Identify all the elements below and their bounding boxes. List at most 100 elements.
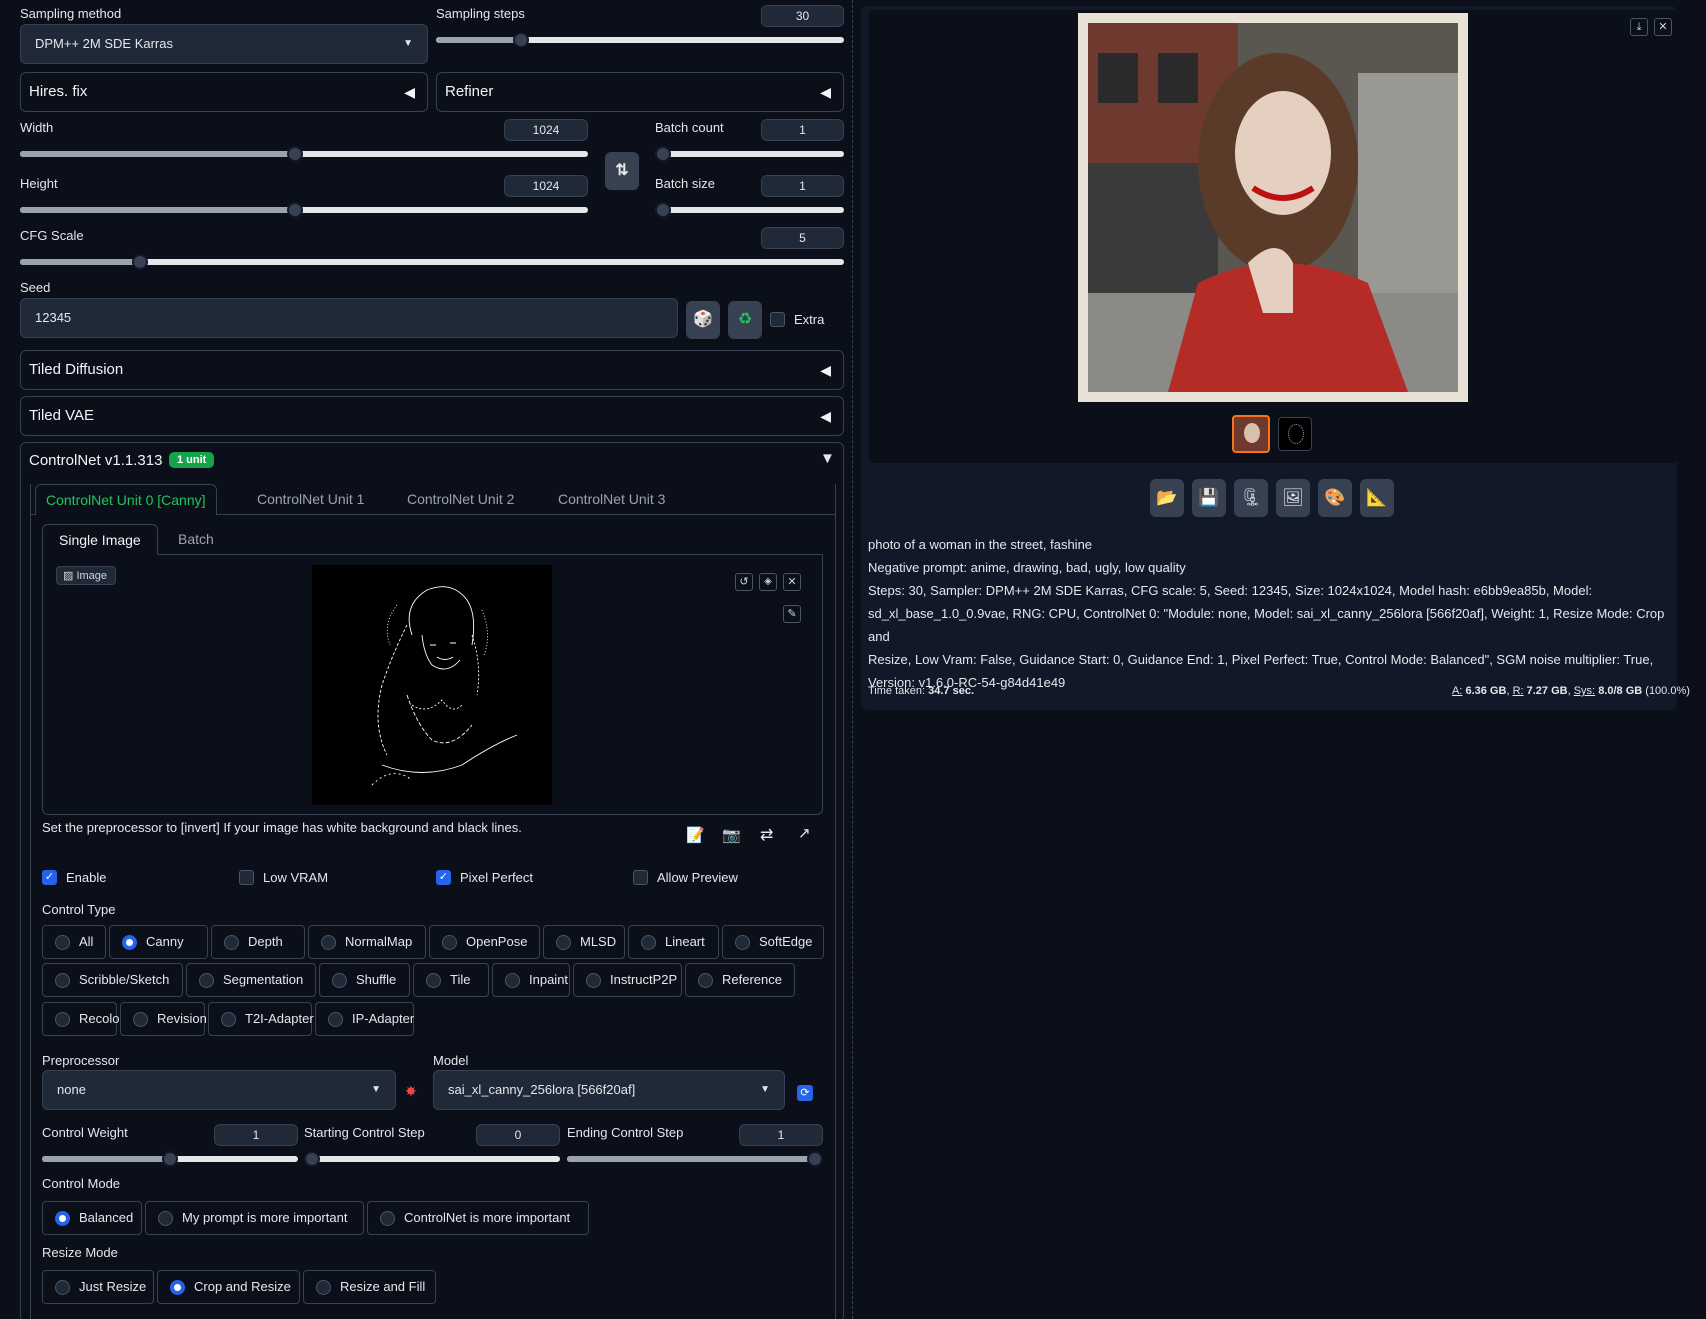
generated-image[interactable] — [1078, 13, 1468, 402]
slider-thumb[interactable] — [162, 1151, 178, 1167]
radio-dot[interactable] — [55, 1012, 70, 1027]
radio-control-type-openpose[interactable]: OpenPose — [429, 925, 540, 959]
radio-dot[interactable] — [316, 1280, 331, 1295]
batch-size-slider[interactable] — [655, 202, 844, 218]
radio-control-mode-controlnet-is-more-important[interactable]: ControlNet is more important — [367, 1201, 589, 1235]
thumbnail-canny[interactable] — [1278, 417, 1312, 451]
control-weight-slider[interactable] — [42, 1151, 298, 1167]
radio-control-type-inpaint[interactable]: Inpaint — [492, 963, 570, 997]
radio-control-type-lineart[interactable]: Lineart — [628, 925, 719, 959]
radio-dot[interactable] — [55, 935, 70, 950]
radio-resize-mode-just-resize[interactable]: Just Resize — [42, 1270, 154, 1304]
radio-dot[interactable] — [221, 1012, 236, 1027]
radio-control-type-revision[interactable]: Revision — [120, 1002, 207, 1036]
radio-control-type-ip-adapter[interactable]: IP-Adapter — [315, 1002, 414, 1036]
radio-control-type-normalmap[interactable]: NormalMap — [308, 925, 426, 959]
radio-control-type-segmentation[interactable]: Segmentation — [186, 963, 316, 997]
brush-icon[interactable]: ✎ — [783, 605, 801, 623]
tab-single-image[interactable]: Single Image — [42, 524, 158, 555]
sampling-steps-input[interactable]: 30 — [761, 5, 844, 27]
random-seed-button[interactable]: 🎲 — [686, 301, 720, 339]
radio-control-type-t2i-adapter[interactable]: T2I-Adapter — [208, 1002, 314, 1036]
batch-count-slider[interactable] — [655, 146, 844, 162]
radio-resize-mode-resize-and-fill[interactable]: Resize and Fill — [303, 1270, 436, 1304]
send-to-img2img-icon[interactable]: 🖼 — [1276, 479, 1310, 517]
swap-arrows-icon[interactable]: ⇄ — [760, 825, 773, 845]
controlnet-title[interactable]: ControlNet v1.1.313 — [29, 452, 162, 469]
download-icon[interactable]: ⤓ — [1630, 18, 1648, 36]
camera-icon[interactable]: 📷 — [722, 826, 741, 844]
slider-thumb[interactable] — [287, 146, 303, 162]
save-icon[interactable]: 💾 — [1192, 479, 1226, 517]
radio-control-mode-my-prompt-is-more-important[interactable]: My prompt is more important — [145, 1201, 364, 1235]
width-slider[interactable] — [20, 146, 588, 162]
radio-dot[interactable] — [199, 973, 214, 988]
folder-icon[interactable]: 📂 — [1150, 479, 1184, 517]
pixel-perfect-checkbox[interactable]: ✓ — [436, 870, 451, 885]
extra-checkbox[interactable] — [770, 312, 785, 327]
radio-dot[interactable] — [321, 935, 336, 950]
height-slider[interactable] — [20, 202, 588, 218]
undo-icon[interactable]: ↺ — [735, 573, 753, 591]
radio-control-type-softedge[interactable]: SoftEdge — [722, 925, 824, 959]
radio-dot[interactable] — [328, 1012, 343, 1027]
width-input[interactable]: 1024 — [504, 119, 588, 141]
enable-checkbox[interactable]: ✓ — [42, 870, 57, 885]
thumbnail-generated[interactable] — [1232, 415, 1270, 453]
radio-dot[interactable] — [698, 973, 713, 988]
expand-triangle-icon[interactable]: ▼ — [820, 450, 835, 467]
radio-dot[interactable] — [426, 973, 441, 988]
starting-step-slider[interactable] — [304, 1151, 560, 1167]
radio-control-type-all[interactable]: All — [42, 925, 106, 959]
slider-thumb[interactable] — [132, 254, 148, 270]
radio-control-type-instructp2p[interactable]: InstructP2P — [573, 963, 682, 997]
sampling-method-dropdown[interactable]: DPM++ 2M SDE Karras ▼ — [20, 24, 428, 64]
close-icon[interactable]: ✕ — [783, 573, 801, 591]
tab-controlnet-unit-3[interactable]: ControlNet Unit 3 — [548, 484, 675, 514]
height-input[interactable]: 1024 — [504, 175, 588, 197]
preprocessor-dropdown[interactable]: none ▼ — [42, 1070, 396, 1110]
radio-control-type-recolor[interactable]: Recolor — [42, 1002, 124, 1036]
tab-controlnet-unit-2[interactable]: ControlNet Unit 2 — [397, 484, 524, 514]
control-weight-input[interactable]: 1 — [214, 1124, 298, 1146]
zip-icon[interactable]: 🗜 — [1234, 479, 1268, 517]
send-to-extras-icon[interactable]: 📐 — [1360, 479, 1394, 517]
radio-dot[interactable] — [332, 973, 347, 988]
eraser-icon[interactable]: ◈ — [759, 573, 777, 591]
ending-step-slider[interactable] — [567, 1151, 823, 1167]
tab-controlnet-unit-0[interactable]: ControlNet Unit 0 [Canny] — [35, 484, 217, 515]
radio-dot[interactable] — [55, 1280, 70, 1295]
document-icon[interactable]: 📝 — [686, 826, 705, 844]
slider-thumb[interactable] — [655, 146, 671, 162]
batch-size-input[interactable]: 1 — [761, 175, 844, 197]
radio-control-type-tile[interactable]: Tile — [413, 963, 489, 997]
swap-dimensions-button[interactable]: ⇅ — [605, 152, 639, 190]
radio-dot[interactable] — [380, 1211, 395, 1226]
radio-dot[interactable] — [505, 973, 520, 988]
radio-dot[interactable] — [122, 935, 137, 950]
radio-control-type-reference[interactable]: Reference — [685, 963, 795, 997]
run-preprocessor-icon[interactable]: ✸ — [405, 1083, 417, 1100]
send-arrow-icon[interactable]: ↗ — [798, 824, 811, 842]
slider-thumb[interactable] — [655, 202, 671, 218]
cfg-scale-slider[interactable] — [20, 254, 844, 270]
seed-input[interactable]: 12345 — [20, 298, 678, 338]
radio-dot[interactable] — [55, 1211, 70, 1226]
allow-preview-checkbox[interactable] — [633, 870, 648, 885]
starting-step-input[interactable]: 0 — [476, 1124, 560, 1146]
sampling-steps-slider[interactable] — [436, 32, 844, 48]
slider-thumb[interactable] — [807, 1151, 823, 1167]
cfg-scale-input[interactable]: 5 — [761, 227, 844, 249]
tiled-vae-accordion[interactable]: Tiled VAE ◀ — [20, 396, 844, 436]
radio-control-type-canny[interactable]: Canny — [109, 925, 208, 959]
radio-resize-mode-crop-and-resize[interactable]: Crop and Resize — [157, 1270, 300, 1304]
radio-dot[interactable] — [224, 935, 239, 950]
radio-dot[interactable] — [586, 973, 601, 988]
radio-control-type-shuffle[interactable]: Shuffle — [319, 963, 410, 997]
radio-dot[interactable] — [170, 1280, 185, 1295]
slider-thumb[interactable] — [304, 1151, 320, 1167]
model-dropdown[interactable]: sai_xl_canny_256lora [566f20af] ▼ — [433, 1070, 785, 1110]
ending-step-input[interactable]: 1 — [739, 1124, 823, 1146]
tab-controlnet-unit-1[interactable]: ControlNet Unit 1 — [247, 484, 374, 514]
radio-dot[interactable] — [442, 935, 457, 950]
